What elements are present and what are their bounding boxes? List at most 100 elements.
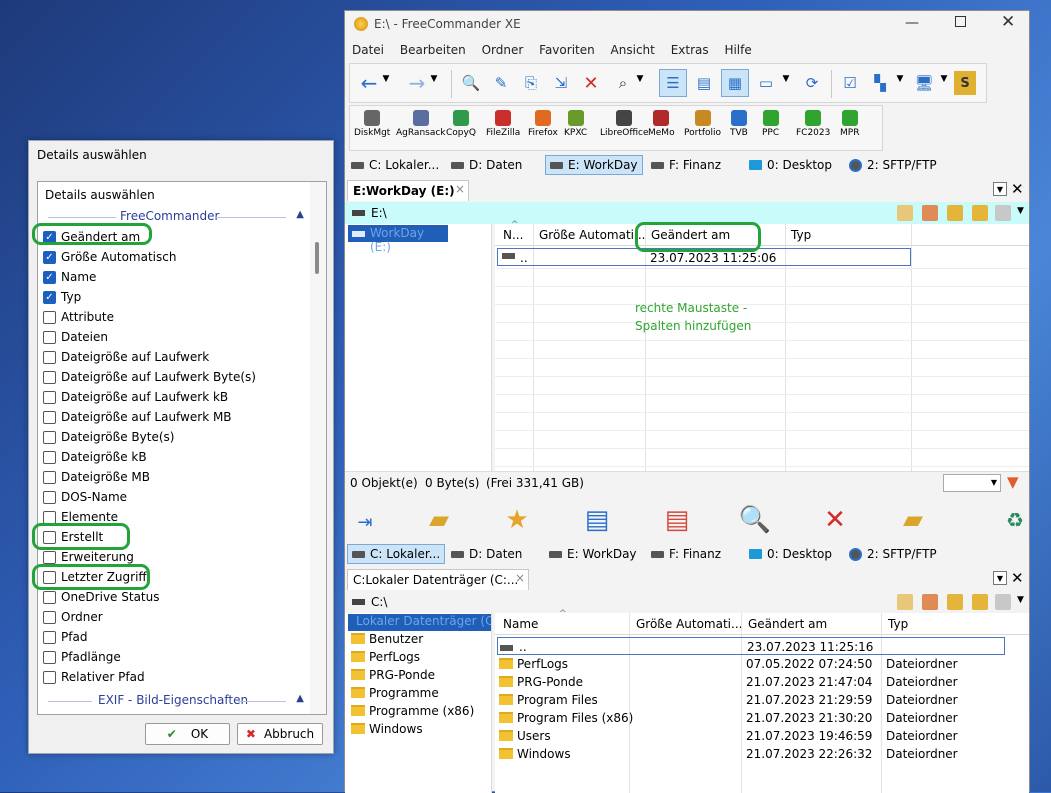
dropdown-icon[interactable]: ▼ [428,74,440,84]
binoculars-icon[interactable]: ⌕ [612,72,634,94]
tree-item[interactable]: Programme [351,686,439,703]
cancel-button[interactable]: ✖ Abbruch [237,723,323,745]
app-launcher-mpr[interactable]: MPR [840,108,859,138]
parent-folder-icon[interactable] [947,205,963,221]
top-file-list[interactable]: N... Größe Automati... Geändert am Typ ^… [495,220,1029,471]
favorites-icon[interactable] [922,205,938,221]
move-icon[interactable]: ⇲ [550,72,572,94]
tree-item[interactable]: PerfLogs [351,650,420,667]
dropdown-icon[interactable]: ▼ [780,74,792,84]
checkbox[interactable] [43,450,56,464]
col-type[interactable]: Typ [791,228,811,242]
table-row[interactable]: Program Files (x86) 21.07.2023 21:30:20 Da… [497,709,1005,727]
checkbox[interactable] [43,370,56,384]
checkbox[interactable]: ✓ [43,250,56,264]
checkbox-item[interactable]: Dateigröße auf Laufwerk [43,347,209,367]
checkbox-item[interactable]: Ordner [43,607,103,627]
checkbox[interactable] [43,410,56,424]
star-icon[interactable]: ★ [497,503,537,537]
app-launcher-kpxc[interactable]: KPXC [564,108,587,138]
menu-hilfe[interactable]: Hilfe [724,43,751,57]
maximize-icon[interactable] [955,16,966,27]
drive-button-4[interactable]: 0: Desktop [745,544,836,564]
tree-item[interactable]: Windows [351,722,423,739]
checkbox[interactable] [43,590,56,604]
layout-icon[interactable]: ▚ [866,69,894,97]
dropdown-icon[interactable]: ▼ [894,74,906,84]
checkbox-item[interactable]: Dateigröße Byte(s) [43,427,174,447]
checkbox[interactable] [43,390,56,404]
script-icon[interactable]: S [954,71,976,95]
ok-button[interactable]: ✔ OK [145,723,230,745]
swap-panels-icon[interactable]: ⇥ [345,505,385,539]
col-name[interactable]: N... [503,228,523,242]
dropdown-icon[interactable]: ▼ [634,74,646,84]
drive-button-0[interactable]: C: Lokaler... [347,155,443,175]
checkbox-item[interactable]: Dateigröße kB [43,447,147,467]
network-icon[interactable]: 🖥 [910,69,938,97]
zoom-icon[interactable]: 🔍 [735,503,775,537]
drive-button-3[interactable]: F: Finanz [647,544,725,564]
drive-button-5[interactable]: 2: SFTP/FTP [845,155,941,175]
checkbox-item[interactable]: Dateien [43,327,108,347]
checkbox-item[interactable]: Relativer Pfad [43,667,145,687]
col-modified[interactable]: Geändert am [748,617,827,631]
checkbox-item[interactable]: Dateigröße auf Laufwerk Byte(s) [43,367,256,387]
bottom-tree-pane[interactable]: Lokaler Datenträger (C:) Benutzer PerfLogs… [345,613,492,793]
drive-button-2[interactable]: E: WorkDay [545,155,643,175]
tree-item[interactable]: Programme (x86) [351,704,474,721]
bottom-file-list[interactable]: Name Größe Automati... Geändert am Typ ^… [495,609,1029,793]
app-launcher-copyq[interactable]: CopyQ [446,108,476,138]
drive-button-5[interactable]: 2: SFTP/FTP [845,544,941,564]
table-row[interactable]: Windows 21.07.2023 22:26:32 Dateiordner [497,745,1005,763]
checkbox[interactable] [43,650,56,664]
dropdown-icon[interactable]: ▼ [1017,595,1024,605]
delete-big-icon[interactable]: ✕ [815,503,855,537]
checkbox-item[interactable]: ✓ Name [43,267,96,287]
delete-icon[interactable]: ✕ [580,72,602,94]
thumbnail-view-icon[interactable]: ▭ [752,69,780,97]
checkbox-item[interactable]: ✓ Größe Automatisch [43,247,176,267]
list-view-icon[interactable]: ▤ [690,69,718,97]
tab-workday[interactable]: E:WorkDay (E:) × [347,180,469,201]
checkbox[interactable] [43,670,56,684]
top-tree-pane[interactable]: WorkDay (E:) [345,224,492,471]
tree-item[interactable]: Benutzer [351,632,423,649]
sync-folder-icon[interactable]: ▰ [893,503,933,537]
dropdown-icon[interactable]: ▼ [938,74,950,84]
checkbox[interactable] [43,510,56,524]
table-row[interactable]: Program Files 21.07.2023 21:29:59 Dateiord… [497,691,1005,709]
app-launcher-firefox[interactable]: Firefox [528,108,558,138]
menu-datei[interactable]: Datei [352,43,384,57]
copy-path-icon[interactable] [995,205,1011,221]
table-row[interactable]: PerfLogs 07.05.2022 07:24:50 Dateiordner [497,655,1005,673]
list-scrollbar[interactable] [310,182,326,714]
app-launcher-fc2023[interactable]: FC2023 [796,108,830,138]
close-window-icon[interactable]: ✕ [1001,12,1015,32]
search-icon[interactable]: 🔍 [460,72,482,94]
download-file-icon[interactable]: ▤ [657,503,697,537]
menu-extras[interactable]: Extras [671,43,709,57]
copy-icon[interactable]: ⎘ [520,72,542,94]
history-icon[interactable] [897,205,913,221]
top-path-bar[interactable]: E:\ ▼ [345,202,1029,224]
checkbox[interactable] [43,310,56,324]
checkbox-item[interactable]: ✓ Typ [43,287,81,307]
parent-folder-icon[interactable] [947,594,963,610]
checkbox[interactable] [43,490,56,504]
checkbox[interactable]: ✓ [43,270,56,284]
drive-button-1[interactable]: D: Daten [447,544,526,564]
app-launcher-filezilla[interactable]: FileZilla [486,108,520,138]
checkbox[interactable] [43,330,56,344]
checkbox-item[interactable]: DOS-Name [43,487,127,507]
checkbox-item[interactable]: Pfadlänge [43,647,121,667]
root-folder-icon[interactable] [972,594,988,610]
table-row[interactable]: .. 23.07.2023 11:25:16 [497,637,1005,655]
checklist-icon[interactable]: ☑ [836,69,864,97]
col-size[interactable]: Größe Automati... [539,228,645,242]
details-list[interactable]: Details auswählen FreeCommander ▲ ✓ Geänd… [37,181,327,715]
checkbox-item[interactable]: Dateigröße auf Laufwerk MB [43,407,232,427]
tab-c-drive[interactable]: C:Lokaler Datenträger (C:... × [347,569,529,590]
table-row[interactable]: Users 21.07.2023 19:46:59 Dateiordner [497,727,1005,745]
menu-ordner[interactable]: Ordner [482,43,524,57]
